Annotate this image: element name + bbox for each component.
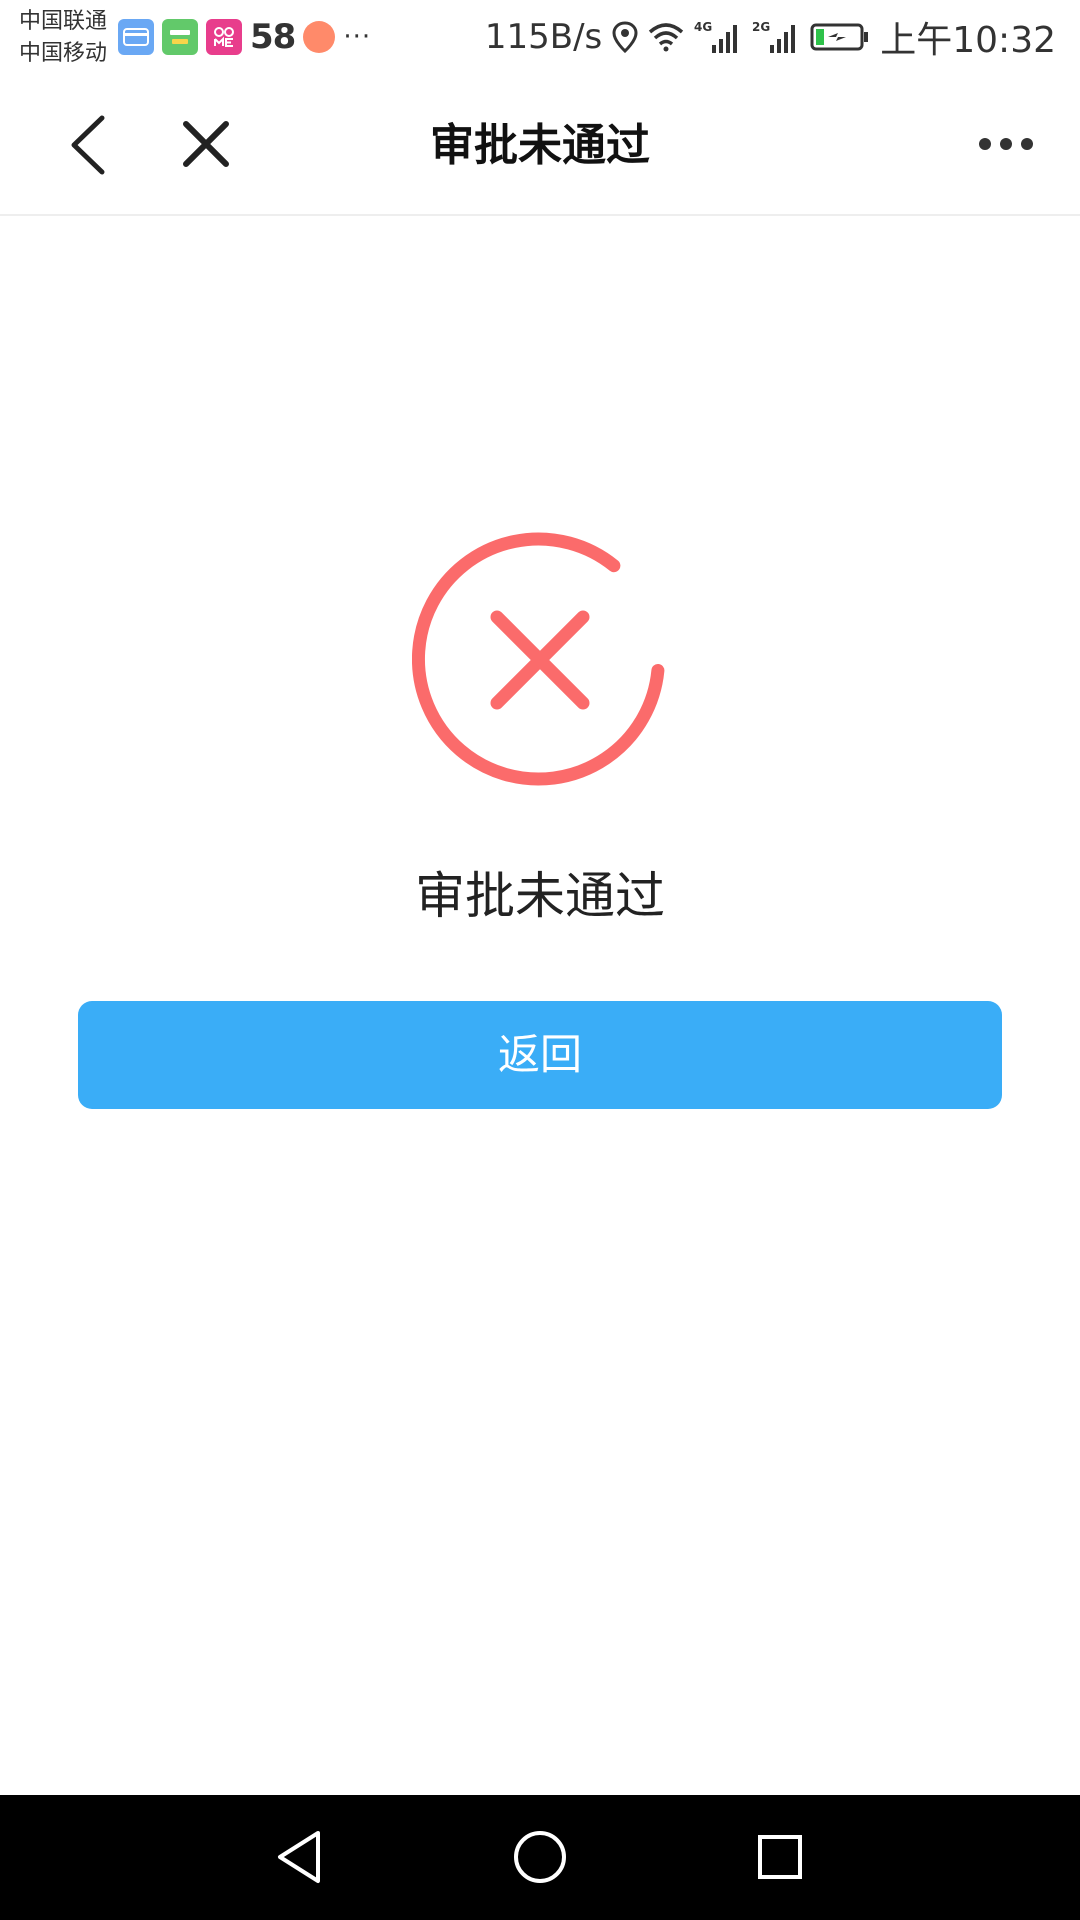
app-58-icon: 58 — [250, 17, 296, 57]
more-notifications: ··· — [343, 22, 372, 52]
system-back-button[interactable] — [268, 1825, 332, 1889]
system-home-button[interactable] — [508, 1825, 572, 1889]
signal-2g-icon: 2G — [752, 20, 796, 53]
signal-4g-icon: 4G — [694, 20, 738, 53]
more-horizontal-icon — [979, 138, 1033, 150]
home-circle-icon — [514, 1831, 566, 1883]
nav-bar: 审批未通过 — [0, 78, 1080, 216]
location-icon — [612, 21, 638, 53]
notification-icons: 58 ··· — [118, 17, 372, 57]
recent-square-icon — [758, 1835, 802, 1879]
network-2-label: 2G — [752, 20, 770, 34]
network-speed: 115B/s — [484, 17, 603, 57]
status-bar: 中国联通 中国移动 58 ··· 115B/s 4G 2G 上午10:32 — [0, 0, 1080, 78]
error-circle-x-icon — [411, 532, 668, 788]
clock: 上午10:32 — [880, 20, 1056, 61]
status-right: 115B/s 4G 2G 上午10:32 — [485, 12, 1056, 62]
gome-app-icon — [206, 19, 242, 55]
green-app-icon — [162, 19, 198, 55]
page-title: 审批未通过 — [430, 120, 650, 171]
system-nav-bar — [0, 1795, 1080, 1920]
card-app-icon — [118, 19, 154, 55]
carrier-info: 中国联通 中国移动 — [19, 6, 107, 70]
carrier-1: 中国联通 — [19, 9, 108, 34]
result-status-text: 审批未通过 — [415, 867, 665, 925]
system-recent-button[interactable] — [748, 1825, 812, 1889]
carrier-2: 中国移动 — [19, 41, 108, 66]
network-1-label: 4G — [694, 20, 712, 34]
bird-app-icon — [303, 21, 336, 53]
back-triangle-icon — [278, 1831, 320, 1883]
return-button[interactable]: 返回 — [78, 1001, 1002, 1109]
battery-charging-icon — [810, 23, 869, 51]
more-button[interactable] — [976, 132, 1036, 156]
wifi-icon — [649, 23, 684, 52]
screen: 中国联通 中国移动 58 ··· 115B/s 4G 2G 上午10:32 审批… — [0, 0, 1080, 1920]
